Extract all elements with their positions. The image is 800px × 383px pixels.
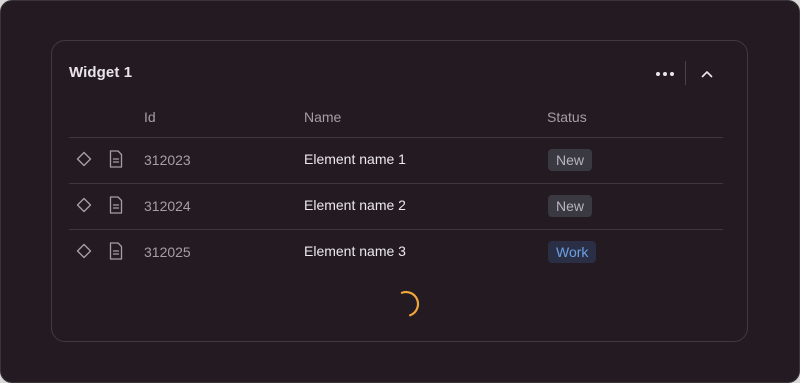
status-badge: New xyxy=(548,195,593,217)
table-row[interactable]: 312025 Element name 3 Work xyxy=(69,230,723,275)
widget-card: Widget 1 Id Name Status 312023 Element n… xyxy=(51,40,748,342)
more-options-button[interactable] xyxy=(648,61,682,87)
chevron-up-icon xyxy=(701,71,713,78)
spinner-icon xyxy=(400,290,420,317)
header-divider xyxy=(685,61,686,85)
diamond-icon[interactable] xyxy=(75,196,93,214)
status-badge: Work xyxy=(548,241,597,263)
table-row[interactable]: 312024 Element name 2 New xyxy=(69,184,723,230)
document-icon[interactable] xyxy=(107,195,125,215)
data-table: Id Name Status 312023 Element name 1 New xyxy=(69,101,723,275)
document-icon[interactable] xyxy=(107,241,125,261)
more-horizontal-icon xyxy=(655,72,676,76)
widget-title: Widget 1 xyxy=(69,64,133,81)
document-icon[interactable] xyxy=(107,149,125,169)
row-name: Element name 3 xyxy=(304,243,406,259)
app-window: Widget 1 Id Name Status 312023 Element n… xyxy=(0,0,800,383)
diamond-icon[interactable] xyxy=(75,242,93,260)
status-badge: New xyxy=(548,149,593,171)
row-name: Element name 1 xyxy=(304,151,406,167)
diamond-icon[interactable] xyxy=(75,150,93,168)
column-header-status[interactable]: Status xyxy=(547,109,587,125)
row-id: 312024 xyxy=(144,198,191,214)
row-name: Element name 2 xyxy=(304,197,406,213)
column-header-name[interactable]: Name xyxy=(304,109,341,125)
table-row[interactable]: 312023 Element name 1 New xyxy=(69,138,723,184)
column-header-id[interactable]: Id xyxy=(144,109,156,125)
row-id: 312023 xyxy=(144,152,191,168)
row-id: 312025 xyxy=(144,244,191,260)
collapse-button[interactable] xyxy=(692,61,722,87)
table-header: Id Name Status xyxy=(69,101,723,138)
